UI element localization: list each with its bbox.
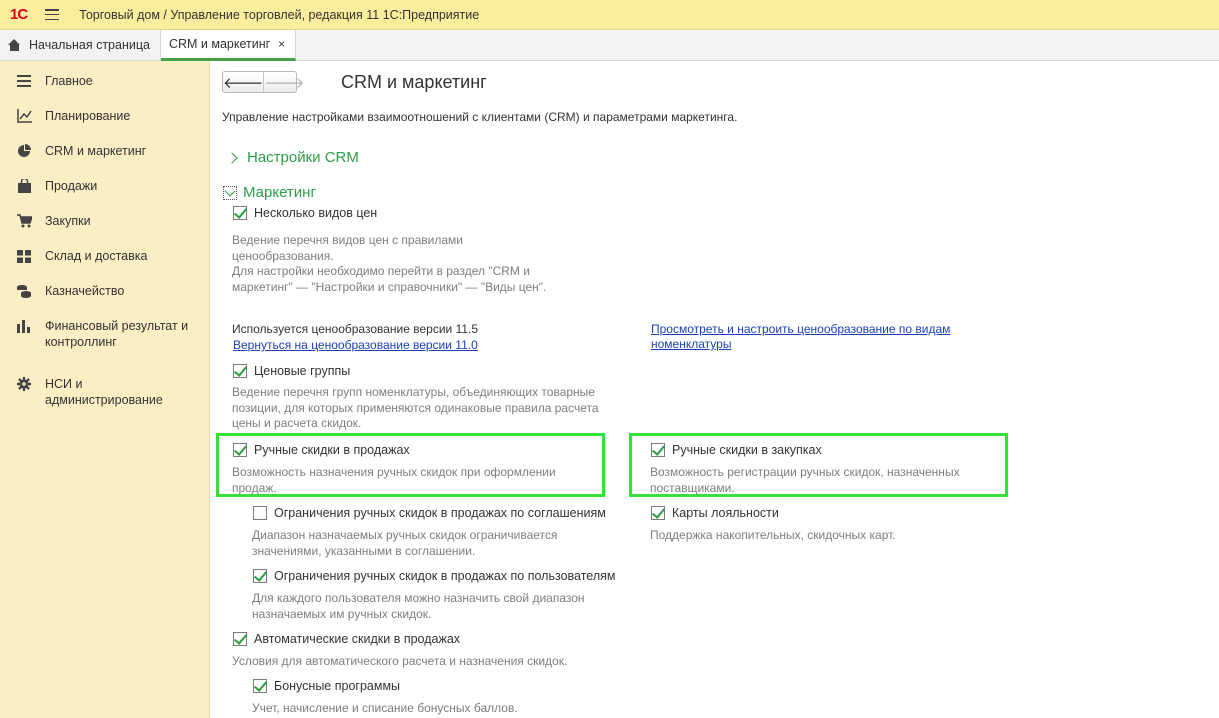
bonus-hint: Учет, начисление и списание бонусных бал… (252, 701, 518, 715)
checkbox-label: Ограничения ручных скидок в продажах по … (274, 506, 606, 520)
limit-users-hint: Для каждого пользователя можно назначить… (252, 591, 585, 621)
list-icon (16, 73, 32, 89)
limit-agreements-hint: Диапазон назначаемых ручных скидок огран… (252, 528, 558, 558)
sidebar-item-sales[interactable]: Продажи (0, 170, 209, 205)
pie-chart-icon (16, 143, 32, 159)
window-title: Торговый дом / Управление торговлей, ред… (79, 7, 480, 22)
auto-discounts-checkbox[interactable]: Автоматические скидки в продажах (233, 632, 460, 646)
price-groups-hint: Ведение перечня групп номенклатуры, объе… (232, 385, 599, 430)
tab-home[interactable]: Начальная страница (0, 30, 161, 60)
page-title: CRM и маркетинг (341, 72, 487, 92)
checkbox-checked[interactable] (651, 506, 665, 520)
planning-chart-icon (16, 108, 32, 124)
sidebar-item-main[interactable]: Главное (0, 65, 209, 100)
home-icon (8, 39, 21, 51)
chevron-down-icon (224, 184, 236, 197)
sidebar-item-admin[interactable]: НСИ и администрирование (0, 368, 209, 426)
manual-sales-discounts-checkbox[interactable]: Ручные скидки в продажах (233, 443, 410, 457)
revert-pricing-link[interactable]: Вернуться на ценообразование версии 11.0 (233, 338, 478, 353)
checkbox-checked[interactable] (651, 443, 665, 457)
sidebar-item-label: Казначейство (45, 284, 125, 298)
tab-bar: Начальная страница CRM и маркетинг × (0, 30, 1219, 61)
sidebar-item-financial-result[interactable]: Финансовый результат и контроллинг (0, 310, 209, 368)
tab-home-label: Начальная страница (29, 38, 150, 52)
checkbox-checked[interactable] (253, 679, 267, 693)
checkbox-checked[interactable] (233, 632, 247, 646)
sidebar-item-crm[interactable]: CRM и маркетинг (0, 135, 209, 170)
checkbox-checked[interactable] (253, 569, 267, 583)
checkbox-label: Ценовые группы (254, 364, 351, 378)
loyalty-cards-hint: Поддержка накопительных, скидочных карт. (650, 528, 896, 542)
section-marketing[interactable]: Маркетинг (223, 184, 316, 201)
close-tab-icon[interactable]: × (278, 37, 285, 51)
checkbox-label: Автоматические скидки в продажах (254, 632, 461, 646)
sidebar-item-label: Финансовый результат и контроллинг (45, 319, 189, 349)
sidebar-item-label: Склад и доставка (45, 249, 148, 263)
sidebar: Главное Планирование CRM и маркетинг Про… (0, 61, 210, 718)
sidebar-item-warehouse[interactable]: Склад и доставка (0, 240, 209, 275)
checkbox-label: Ручные скидки в продажах (254, 443, 410, 457)
sidebar-item-label: Закупки (45, 214, 91, 228)
limit-by-users-checkbox[interactable]: Ограничения ручных скидок в продажах по … (253, 569, 615, 583)
sidebar-item-label: НСИ и администрирование (45, 377, 163, 407)
checkbox-label: Несколько видов цен (254, 206, 378, 220)
chevron-box (223, 184, 237, 200)
sidebar-item-planning[interactable]: Планирование (0, 100, 209, 135)
bonus-programs-checkbox[interactable]: Бонусные программы (253, 679, 400, 693)
shopping-bag-icon (16, 178, 32, 194)
manual-sales-hint: Возможность назначения ручных скидок при… (232, 465, 556, 495)
section-marketing-label: Маркетинг (243, 184, 316, 201)
multi-prices-hint: Ведение перечня видов цен с правилами це… (232, 233, 547, 294)
bar-chart-icon (16, 318, 32, 334)
forward-button[interactable]: 🡒 (264, 72, 304, 92)
main-menu-icon[interactable] (45, 9, 60, 20)
pricing-version-text: Используется ценообразование версии 11.5 (232, 322, 479, 336)
tab-crm-marketing[interactable]: CRM и маркетинг × (160, 30, 297, 61)
coins-icon (16, 283, 32, 299)
sidebar-item-purchases[interactable]: Закупки (0, 205, 209, 240)
sidebar-item-label: Продажи (45, 179, 98, 193)
checkbox-label: Карты лояльности (672, 506, 779, 520)
chevron-right-icon (226, 151, 238, 164)
app-logo: 1С (10, 6, 28, 23)
limit-by-agreements-checkbox[interactable]: Ограничения ручных скидок в продажах по … (253, 506, 606, 520)
manual-purchase-discounts-checkbox[interactable]: Ручные скидки в закупках (651, 443, 822, 457)
checkbox-label: Ручные скидки в закупках (672, 443, 822, 457)
warehouse-grid-icon (16, 248, 32, 264)
checkbox-checked[interactable] (233, 443, 247, 457)
section-crm-label: Настройки CRM (247, 149, 359, 166)
auto-discounts-hint: Условия для автоматического расчета и на… (232, 654, 568, 668)
gear-icon (16, 376, 32, 392)
checkbox-label: Ограничения ручных скидок в продажах по … (274, 569, 616, 583)
view-pricing-link[interactable]: Просмотреть и настроить ценообразование … (651, 322, 950, 352)
checkbox-label: Бонусные программы (274, 679, 401, 693)
multi-prices-checkbox[interactable]: Несколько видов цен (233, 206, 377, 220)
sidebar-item-treasury[interactable]: Казначейство (0, 275, 209, 310)
title-bar: 1С Торговый дом / Управление торговлей, … (0, 0, 1219, 30)
main-content: 🡐 🡒 CRM и маркетинг Управление настройка… (210, 61, 1219, 718)
price-groups-checkbox[interactable]: Ценовые группы (233, 364, 350, 378)
checkbox-checked[interactable] (233, 206, 247, 220)
back-button[interactable]: 🡐 (223, 72, 265, 92)
manual-purchases-hint: Возможность регистрации ручных скидок, н… (650, 465, 960, 495)
checkbox-unchecked[interactable] (253, 506, 267, 520)
sidebar-item-label: Планирование (45, 109, 131, 123)
sidebar-item-label: Главное (45, 74, 93, 88)
section-crm-settings[interactable]: Настройки CRM (226, 149, 359, 166)
loyalty-cards-checkbox[interactable]: Карты лояльности (651, 506, 779, 520)
checkbox-checked[interactable] (233, 364, 247, 378)
cart-icon (16, 213, 32, 229)
navigation-buttons: 🡐 🡒 (222, 71, 304, 93)
tab-crm-label: CRM и маркетинг (168, 37, 271, 51)
sidebar-item-label: CRM и маркетинг (45, 144, 147, 158)
page-description: Управление настройками взаимоотношений с… (222, 110, 738, 124)
